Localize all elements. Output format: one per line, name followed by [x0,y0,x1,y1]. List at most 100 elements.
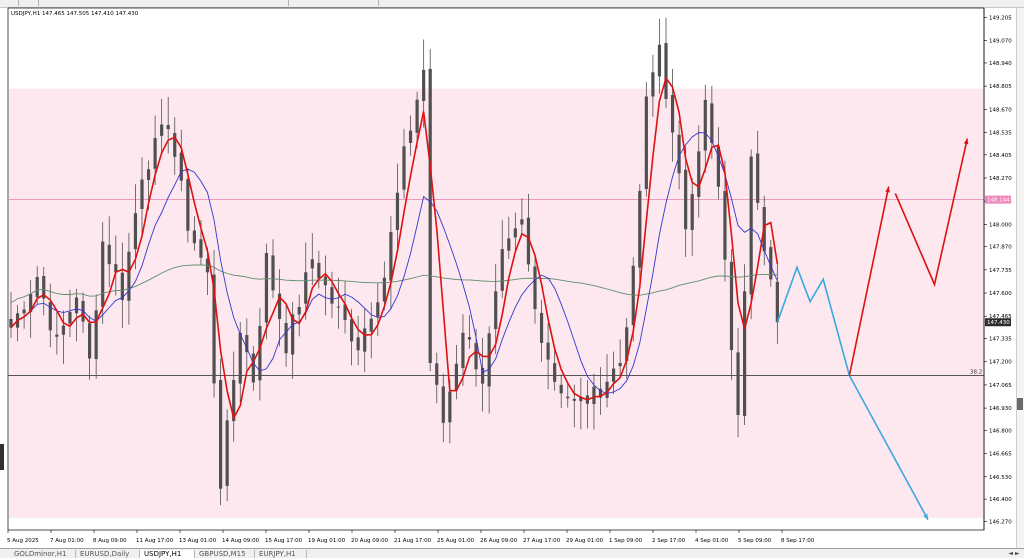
candle-body [271,255,275,291]
candle-body [729,261,734,351]
candle-body [775,281,779,323]
time-tick-label: 8 Sep 17:00 [781,538,815,544]
candle-body [749,156,753,295]
left-edge-marker [0,444,4,470]
candle-body [539,312,544,343]
candle-body [107,244,111,265]
candle-body [336,306,341,308]
time-tick-label: 19 Aug 01:00 [308,538,346,544]
candle-body [500,249,504,291]
price-tick-label: 148.405 [989,153,1012,159]
candle-body [670,95,675,133]
price-tick-label: 149.205 [989,15,1012,21]
time-tick-label: 11 Aug 17:00 [136,538,174,544]
candle-body [88,323,92,359]
time-tick-label: 25 Aug 01:00 [437,538,475,544]
candle-body [710,103,714,144]
candle-body [697,151,701,197]
price-tick-label: 146.930 [989,406,1012,412]
candle-body [199,239,203,258]
candle-body [101,241,105,307]
candle-body [363,328,367,352]
candle-body [317,262,321,279]
candle-body [513,228,517,238]
candle-body [435,363,439,385]
price-chart[interactable]: 38.2 USDJPY,H1 147.465 147.505 147.410 14… [0,0,1024,557]
hline-price-label: 148.144 [987,198,1010,204]
candle-body [461,332,465,369]
candle-body [68,312,72,324]
price-tick-label: 147.200 [989,360,1012,366]
candle-body [160,124,164,136]
candle-body [487,333,491,387]
candle-body [395,192,400,230]
candle-body [428,68,432,363]
candle-body [153,138,157,169]
symbol-info: USDJPY,H1 147.465 147.505 147.410 147.43… [11,11,139,17]
candle-body [146,169,151,181]
candle-body [566,396,570,399]
candle-body [61,325,65,335]
price-tick-label: 146.665 [989,452,1012,458]
candle-body [415,99,419,133]
price-tick-label: 147.735 [989,268,1012,274]
candle-body [408,130,413,143]
time-tick-label: 2 Sep 17:00 [652,538,686,544]
current-price-label: 147.430 [987,320,1010,326]
price-tick-label: 146.800 [989,428,1012,434]
candle-body [133,213,138,250]
candle-body [533,266,537,310]
candle-body [756,153,760,203]
candle-body [402,146,406,190]
candle-body [323,276,327,286]
candle-body [553,363,557,382]
candle-body [330,287,334,304]
price-tick-label: 146.530 [989,475,1012,481]
candle-body [441,386,445,423]
candle-body [376,302,380,317]
candle-body [55,334,59,337]
price-tick-label: 148.940 [989,61,1012,67]
candle-body [618,362,622,367]
price-tick-label: 147.335 [989,337,1012,343]
scroll-handle[interactable] [1017,398,1023,410]
time-tick-label: 26 Aug 09:00 [480,538,518,544]
candle-body [382,277,386,302]
price-tick-label: 149.070 [989,39,1012,45]
price-tick-label: 146.400 [989,497,1012,503]
time-tick-label: 5 Sep 09:00 [738,538,772,544]
candle-body [684,169,688,230]
price-tick-label: 148.805 [989,84,1012,90]
time-tick-label: 7 Aug 01:00 [50,538,84,544]
candle-body [743,291,747,416]
candle-body [297,307,301,315]
candle-body [304,272,308,304]
candle-body [186,179,190,231]
candle-body [657,44,662,77]
candle-body [507,238,511,251]
candle-body [225,420,229,486]
price-tick-label: 148.670 [989,107,1012,113]
candle-body [35,277,39,298]
time-tick-label: 29 Aug 01:00 [566,538,604,544]
candle-body [166,125,170,130]
time-tick-label: 1 Sep 09:00 [609,538,643,544]
candle-body [356,337,360,351]
candle-body [690,194,694,230]
price-tick-label: 148.000 [989,222,1012,228]
candle-body [369,318,373,332]
fibonacci-label: 38.2 [970,369,982,375]
candle-body [494,291,498,330]
candle-body [638,190,642,268]
candle-body [179,152,183,181]
price-tick-label: 147.065 [989,383,1012,389]
time-tick-label: 15 Aug 17:00 [265,538,303,544]
price-tick-label: 147.600 [989,291,1012,297]
candle-body [310,259,314,269]
candle-body [74,297,79,314]
time-tick-label: 21 Aug 17:00 [394,538,432,544]
candle-body [559,384,563,394]
candle-body [258,325,262,381]
price-tick-label: 148.535 [989,130,1012,136]
candle-body [546,342,550,360]
